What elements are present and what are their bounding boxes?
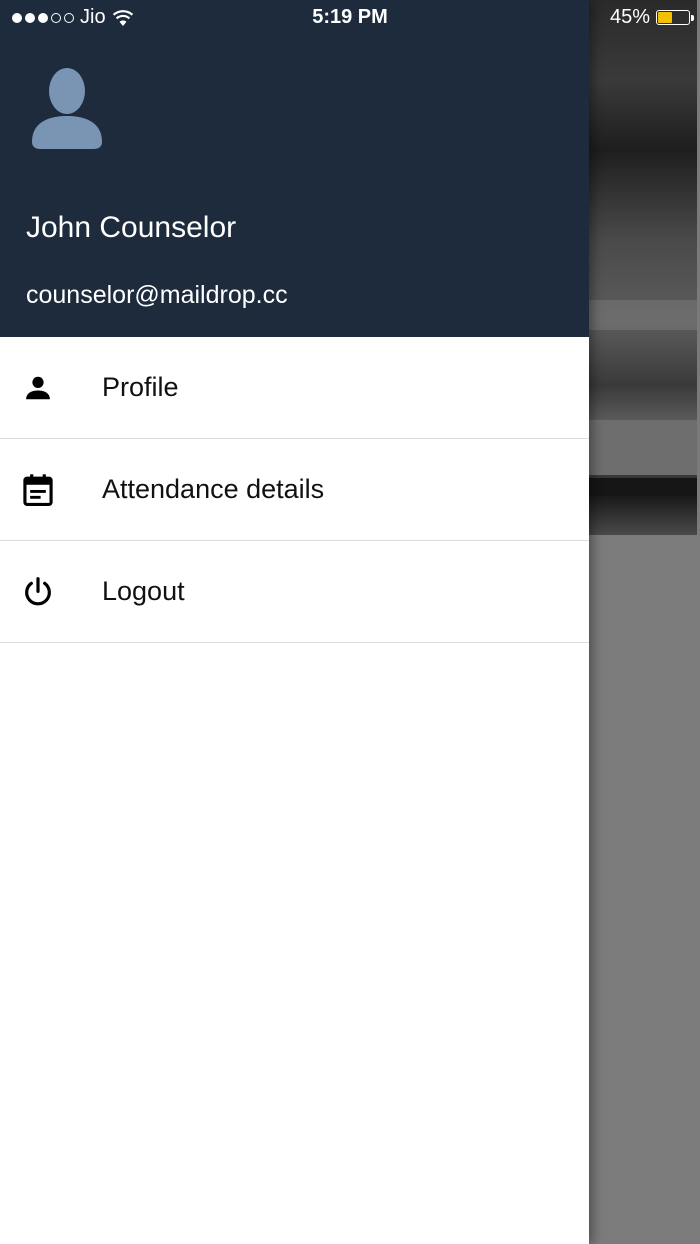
user-email: counselor@maildrop.cc <box>26 281 288 309</box>
navigation-drawer: John Counselor counselor@maildrop.cc Pro… <box>0 0 589 1244</box>
menu-item-label: Attendance details <box>102 474 325 504</box>
battery-level-fill <box>658 12 673 23</box>
user-avatar-icon <box>32 68 102 149</box>
status-bar: Jio 5:19 PM 45% <box>0 0 700 36</box>
battery-percent: 45% <box>609 6 650 28</box>
screen: Jio 5:19 PM 45% John Counselor counselor… <box>0 0 700 1244</box>
menu-item-label: Profile <box>102 372 179 402</box>
battery-info: 45% <box>609 6 694 29</box>
power-icon <box>20 574 56 610</box>
status-time: 5:19 PM <box>312 6 388 28</box>
person-icon <box>20 370 56 406</box>
menu-item-logout[interactable]: Logout <box>0 541 589 643</box>
menu-item-profile[interactable]: Profile <box>0 337 589 439</box>
user-name: John Counselor <box>26 211 237 244</box>
background-overlay[interactable] <box>589 535 700 1244</box>
background-image[interactable] <box>589 0 697 535</box>
menu-item-attendance-details[interactable]: Attendance details <box>0 439 589 541</box>
calendar-icon <box>20 472 56 508</box>
drawer-menu: Profile Attendance details Logout <box>0 337 589 643</box>
battery-icon <box>656 10 694 25</box>
menu-item-label: Logout <box>102 576 185 606</box>
drawer-header: John Counselor counselor@maildrop.cc <box>0 0 589 337</box>
